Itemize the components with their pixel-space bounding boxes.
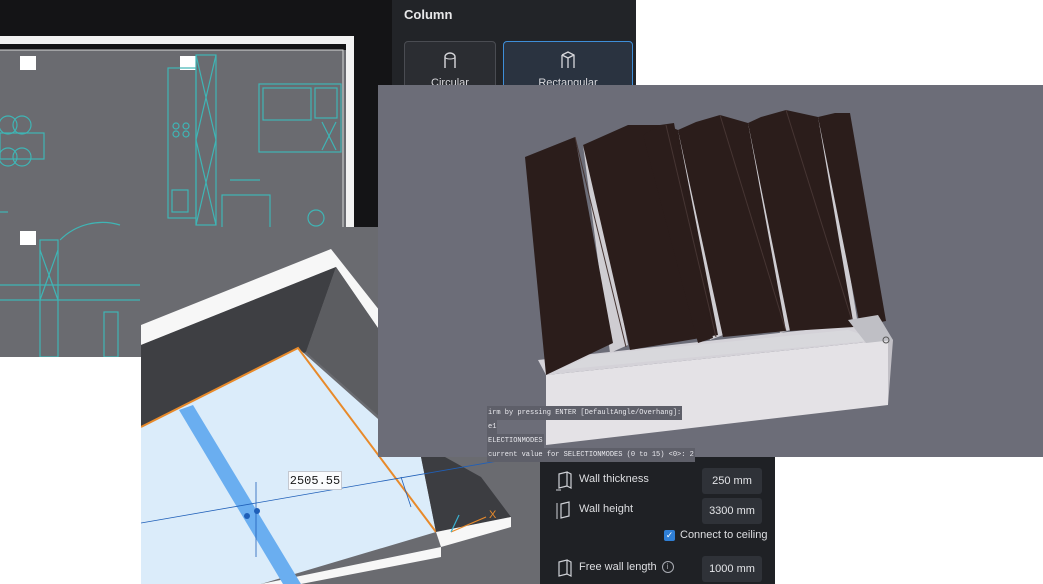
- connect-to-ceiling-label: Connect to ceiling: [680, 529, 768, 541]
- console-line: current value for SELECTIONMODES (0 to 1…: [487, 448, 695, 462]
- free-wall-length-icon: [558, 559, 572, 577]
- free-wall-length-input[interactable]: 1000 mm: [702, 556, 762, 582]
- dimension-input[interactable]: 2505.55: [288, 471, 342, 490]
- console-line: irm by pressing ENTER [DefaultAngle/Over…: [487, 406, 683, 420]
- roof-3d-viewport[interactable]: [378, 85, 1043, 457]
- info-icon[interactable]: i: [661, 561, 674, 574]
- wall-height-input[interactable]: 3300 mm: [702, 498, 762, 524]
- column-block: [20, 231, 36, 245]
- column-block: [20, 56, 36, 70]
- command-console: irm by pressing ENTER [DefaultAngle/Over…: [487, 406, 695, 462]
- circular-column-icon: [444, 52, 456, 68]
- wall-thickness-label: Wall thickness: [579, 473, 649, 485]
- rectangular-column-icon: [561, 51, 575, 68]
- console-line: e1: [487, 420, 498, 434]
- wall-thickness-icon: [556, 471, 572, 491]
- free-wall-length-label: Free wall length i: [579, 561, 674, 574]
- sawtooth-roof-model: [525, 109, 893, 445]
- connect-to-ceiling-checkbox[interactable]: ✓: [664, 530, 675, 541]
- console-line: ELECTIONMODES: [487, 434, 544, 448]
- wall-height-label: Wall height: [579, 503, 634, 515]
- wall-height-icon: [556, 501, 570, 519]
- x-axis-label: X: [489, 509, 497, 521]
- wall-thickness-input[interactable]: 250 mm: [702, 468, 762, 494]
- column-panel-title: Column: [404, 7, 453, 22]
